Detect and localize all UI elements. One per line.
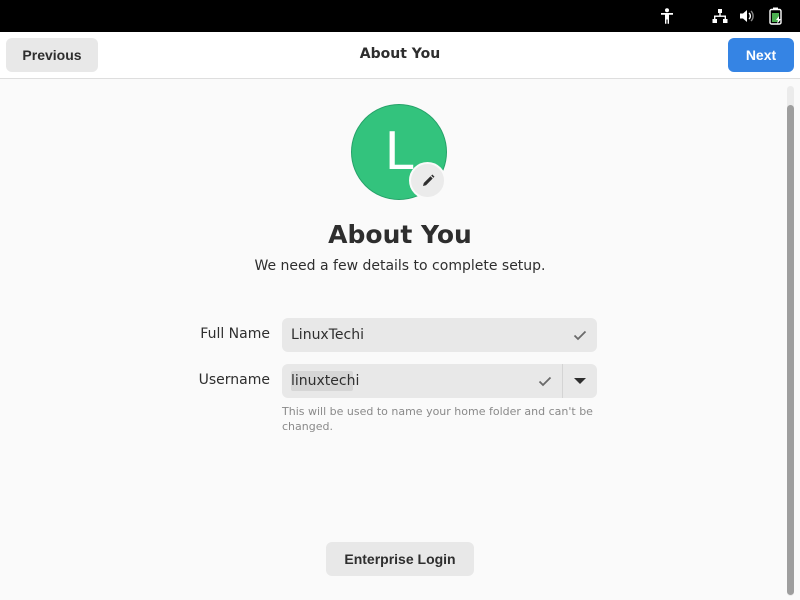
edit-avatar-button[interactable] [409, 162, 446, 199]
username-dropdown-button[interactable] [563, 364, 597, 398]
checkmark-icon [573, 330, 587, 341]
full-name-label: Full Name [200, 326, 270, 342]
full-name-input[interactable] [282, 318, 562, 352]
page-subtitle: We need a few details to complete setup. [254, 258, 546, 274]
header-title: About You [359, 46, 441, 62]
enterprise-login-button[interactable]: Enterprise Login [326, 542, 474, 576]
battery-charging-icon[interactable] [767, 7, 785, 25]
network-wired-icon[interactable] [711, 7, 729, 25]
username-field-container [282, 364, 597, 398]
header-bar: Previous About You Next [0, 32, 800, 79]
full-name-field-container [282, 318, 597, 352]
accessibility-icon[interactable] [658, 7, 676, 25]
avatar-initial: L [384, 122, 414, 182]
page-title: About You [328, 220, 472, 249]
username-hint: This will be used to name your home fold… [282, 405, 593, 433]
pencil-icon [422, 174, 434, 186]
system-top-bar [0, 0, 800, 32]
next-button[interactable]: Next [728, 38, 794, 72]
volume-icon[interactable] [738, 7, 756, 25]
checkmark-icon [538, 376, 552, 387]
chevron-down-icon [574, 378, 586, 384]
username-label: Username [198, 372, 270, 388]
scrollbar-thumb[interactable] [787, 105, 794, 595]
username-input[interactable] [282, 364, 527, 398]
